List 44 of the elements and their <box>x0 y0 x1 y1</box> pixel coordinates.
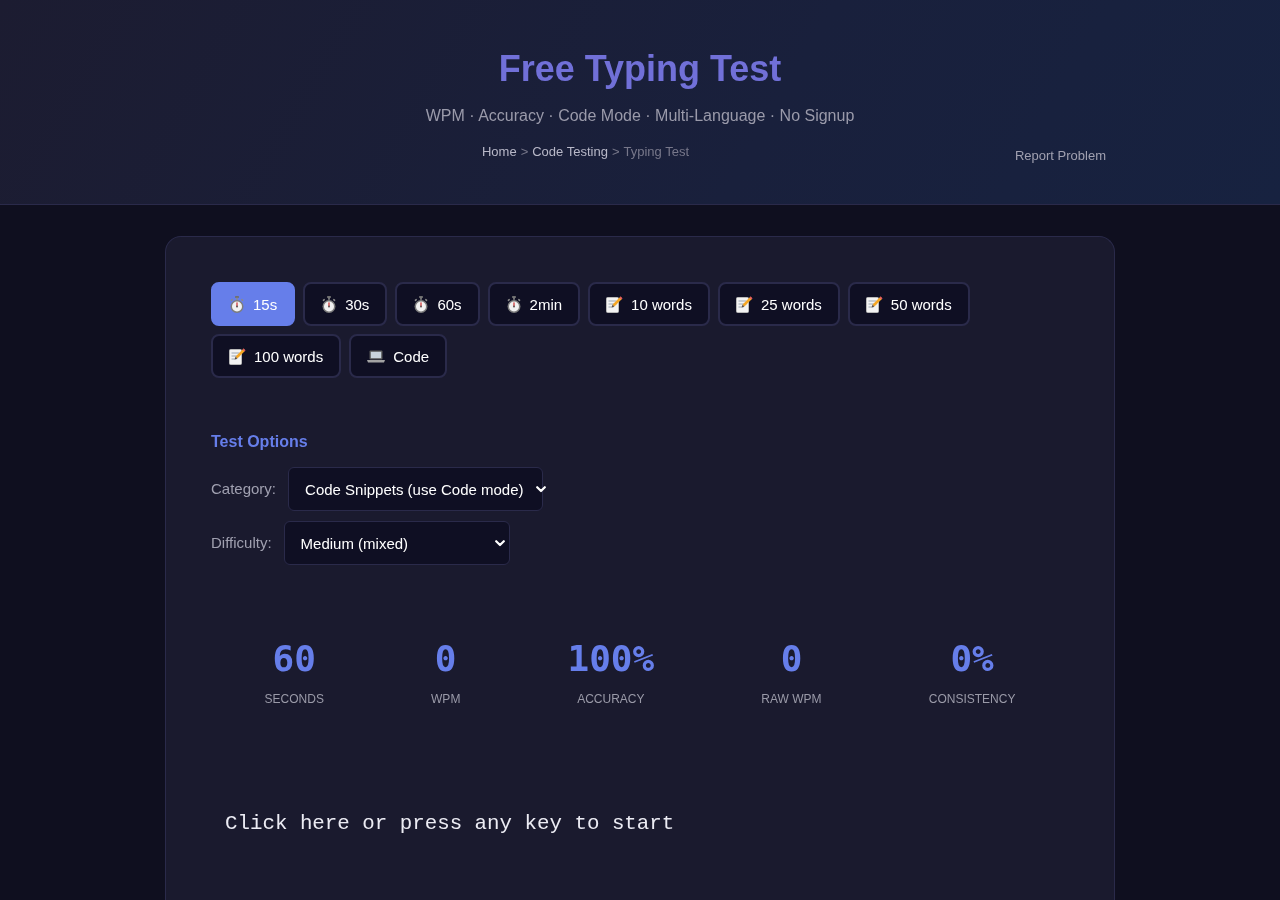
breadcrumb-link[interactable]: Home <box>481 144 517 159</box>
laptop-icon <box>367 349 386 363</box>
notepad-pencil-icon <box>865 295 883 313</box>
stopwatch-icon <box>229 295 245 313</box>
stat-value: 0 <box>780 637 803 680</box>
mode-button[interactable]: 30s <box>303 282 388 326</box>
breadcrumb-link[interactable]: Code Testing <box>532 144 608 159</box>
stopwatch-icon <box>505 295 522 313</box>
notepad-pencil-icon <box>606 295 624 313</box>
mode-button[interactable]: 10 words <box>588 282 710 326</box>
stat-value: 0% <box>950 637 994 680</box>
stat-value: 0 <box>434 637 457 680</box>
stat-value: 60 <box>272 637 316 680</box>
stat-label: RAW WPM <box>761 692 822 707</box>
stopwatch-icon <box>321 295 338 313</box>
notepad-pencil-icon <box>735 295 753 313</box>
breadcrumb-current: Typing Test <box>623 144 689 159</box>
report-problem-link[interactable]: Report Problem <box>1005 143 1115 169</box>
dropdown[interactable]: Medium (mixed) <box>283 521 510 565</box>
page-subtitle: WPM · Accuracy · Code Mode · Multi-Language · No Signup <box>425 106 855 126</box>
start-prompt[interactable]: Click here or press any key to start <box>225 812 675 835</box>
notepad-pencil-icon <box>229 347 246 365</box>
breadcrumb-separator: > <box>520 144 529 159</box>
chevron-down-icon <box>494 539 505 547</box>
mode-button[interactable]: Code <box>349 334 448 378</box>
mode-button[interactable]: 100 words <box>211 334 342 378</box>
mode-button[interactable]: 2min <box>487 282 581 326</box>
field-label: Difficulty: <box>211 534 272 552</box>
stopwatch-icon <box>413 295 430 313</box>
stat-label: CONSISTENCY <box>928 692 1016 707</box>
chevron-down-icon <box>535 485 546 493</box>
mode-button[interactable]: 60s <box>395 282 480 326</box>
dropdown[interactable]: Code Snippets (use Code mode) <box>288 467 544 511</box>
page-title: Free Typing Test <box>498 47 782 90</box>
section-title: Test Options <box>211 432 308 452</box>
stat-label: ACCURACY <box>577 692 645 707</box>
mode-button[interactable]: 15s <box>211 282 296 326</box>
stat-value: 100% <box>567 637 655 680</box>
stat-label: SECONDS <box>264 692 324 707</box>
mode-button[interactable]: 50 words <box>847 282 970 326</box>
breadcrumb-separator: > <box>611 144 620 159</box>
mode-button[interactable]: 25 words <box>717 282 840 326</box>
field-label: Category: <box>211 480 277 498</box>
stat-label: WPM <box>431 692 461 707</box>
